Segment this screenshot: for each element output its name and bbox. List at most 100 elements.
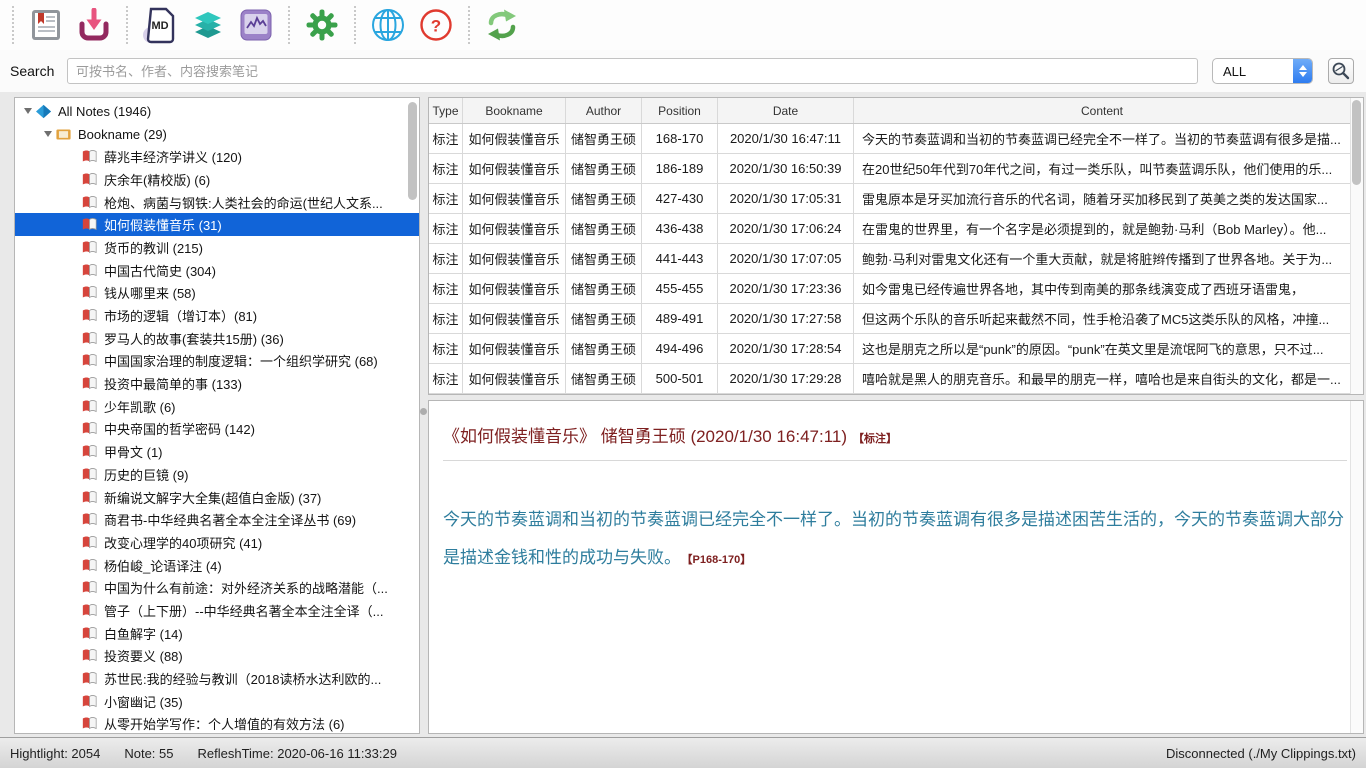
notes-manager-button[interactable] (22, 2, 70, 48)
disclosure-triangle-icon[interactable] (21, 108, 35, 114)
sidebar-item[interactable]: 枪炮、病菌与钢铁:人类社会的命运(世纪人文系... (15, 191, 420, 214)
book-icon (81, 285, 98, 300)
magnifier-icon (1331, 61, 1351, 81)
table-scrollbar[interactable] (1352, 100, 1361, 185)
cell-date: 2020/1/30 17:27:58 (718, 304, 854, 333)
help-button[interactable]: ? (412, 2, 460, 48)
table-row[interactable]: 标注如何假装懂音乐储智勇王硕427-4302020/1/30 17:05:31雷… (429, 184, 1350, 214)
cell-type: 标注 (429, 244, 463, 273)
sidebar-item[interactable]: 货币的教训 (215) (15, 236, 420, 259)
sidebar-item[interactable]: 市场的逻辑（增订本）(81) (15, 304, 420, 327)
cell-bookname: 如何假装懂音乐 (463, 364, 566, 393)
sidebar-item[interactable]: 新编说文解字大全集(超值白金版) (37) (15, 486, 420, 509)
cell-date: 2020/1/30 17:23:36 (718, 274, 854, 303)
connection-status: Disconnected (./My Clippings.txt) (1166, 746, 1356, 761)
book-icon (81, 149, 98, 164)
sidebar-item[interactable]: 中国古代简史 (304) (15, 259, 420, 282)
table-row[interactable]: 标注如何假装懂音乐储智勇王硕436-4382020/1/30 17:06:24在… (429, 214, 1350, 244)
sidebar-item-label: 少年凯歌 (6) (104, 397, 176, 416)
status-left: Hightlight: 2054 Note: 55 RefleshTime: 2… (10, 746, 397, 761)
table-row[interactable]: 标注如何假装懂音乐储智勇王硕500-5012020/1/30 17:29:28嘻… (429, 364, 1350, 394)
sidebar-panel: All Notes (1946) Bookname (29) 薛兆丰经济学讲义 … (14, 97, 420, 734)
cell-content: 如今雷鬼已经传遍世界各地，其中传到南美的那条线演变成了西班牙语雷鬼， (854, 274, 1350, 303)
cell-content: 在雷鬼的世界里，有一个名字是必须提到的，就是鲍勃·马利（Bob Marley）。… (854, 214, 1350, 243)
disclosure-triangle-icon[interactable] (41, 131, 55, 137)
cell-position: 168-170 (642, 124, 718, 153)
sidebar-item[interactable]: 中国国家治理的制度逻辑：一个组织学研究 (68) (15, 350, 420, 373)
book-icon (55, 127, 72, 142)
sidebar-item[interactable]: Bookname (29) (15, 123, 420, 146)
search-button[interactable] (1328, 58, 1354, 84)
cell-content: 但这两个乐队的音乐听起来截然不同，性手枪沿袭了MC5这类乐队的风格，冲撞... (854, 304, 1350, 333)
markdown-export-button[interactable]: MD (136, 2, 184, 48)
cell-type: 标注 (429, 274, 463, 303)
note-type-tag: 【标注】 (853, 433, 897, 445)
sidebar-item[interactable]: 从零开始学写作：个人增值的有效方法 (6) (15, 713, 420, 734)
sidebar-item-label: 如何假装懂音乐 (31) (104, 215, 222, 234)
sidebar-item[interactable]: 商君书-中华经典名著全本全注全译丛书 (69) (15, 508, 420, 531)
sidebar-item[interactable]: 罗马人的故事(套装共15册) (36) (15, 327, 420, 350)
sidebar-scrollbar[interactable] (408, 102, 417, 200)
sidebar-item-label: Bookname (29) (78, 127, 167, 142)
web-button[interactable] (364, 2, 412, 48)
book-icon (81, 444, 98, 459)
detail-divider (443, 460, 1347, 461)
sidebar-item[interactable]: 杨伯峻_论语译注 (4) (15, 554, 420, 577)
sidebar-item[interactable]: 如何假装懂音乐 (31) (15, 213, 420, 236)
sidebar-item[interactable]: 白鱼解字 (14) (15, 622, 420, 645)
table-row[interactable]: 标注如何假装懂音乐储智勇王硕441-4432020/1/30 17:07:05鲍… (429, 244, 1350, 274)
sidebar-item[interactable]: 历史的巨镜 (9) (15, 463, 420, 486)
sidebar-item[interactable]: 薛兆丰经济学讲义 (120) (15, 145, 420, 168)
sidebar-item[interactable]: 改变心理学的40项研究 (41) (15, 531, 420, 554)
settings-button[interactable] (298, 2, 346, 48)
table-scrollbar-track (1350, 98, 1363, 394)
sidebar-item[interactable]: 投资要义 (88) (15, 645, 420, 668)
search-input[interactable] (67, 58, 1198, 84)
status-bar: Hightlight: 2054 Note: 55 RefleshTime: 2… (0, 737, 1366, 768)
table-row[interactable]: 标注如何假装懂音乐储智勇王硕489-4912020/1/30 17:27:58但… (429, 304, 1350, 334)
cell-position: 436-438 (642, 214, 718, 243)
sync-button[interactable] (478, 2, 526, 48)
table-row[interactable]: 标注如何假装懂音乐储智勇王硕494-4962020/1/30 17:28:54这… (429, 334, 1350, 364)
sidebar-item[interactable]: 钱从哪里来 (58) (15, 282, 420, 305)
pane-splitter-handle[interactable] (420, 408, 427, 415)
table-row[interactable]: 标注如何假装懂音乐储智勇王硕455-4552020/1/30 17:23:36如… (429, 274, 1350, 304)
sidebar-item[interactable]: 甲骨文 (1) (15, 440, 420, 463)
sidebar-item[interactable]: 中央帝国的哲学密码 (142) (15, 418, 420, 441)
import-button[interactable] (70, 2, 118, 48)
sidebar-item[interactable]: 管子（上下册）--中华经典名著全本全注全译（... (15, 599, 420, 622)
sidebar-item[interactable]: 少年凯歌 (6) (15, 395, 420, 418)
book-icon (81, 353, 98, 368)
column-header[interactable]: Author (566, 98, 642, 123)
book-icon (81, 240, 98, 255)
cell-content: 雷鬼原本是牙买加流行音乐的代名词，随着牙买加移民到了英美之类的发达国家... (854, 184, 1350, 213)
sidebar-item-label: 钱从哪里来 (58) (104, 283, 196, 302)
sidebar-item[interactable]: All Notes (1946) (15, 100, 420, 123)
sync-icon (484, 8, 520, 42)
column-header[interactable]: Bookname (463, 98, 566, 123)
column-header[interactable]: Content (854, 98, 1350, 123)
markdown-file-icon: MD (142, 6, 178, 44)
sidebar-item[interactable]: 中国为什么有前途：对外经济关系的战略潜能（... (15, 576, 420, 599)
sidebar-item[interactable]: 苏世民:我的经验与教训（2018读桥水达利欧的... (15, 667, 420, 690)
cell-bookname: 如何假装懂音乐 (463, 244, 566, 273)
sidebar-item-label: 市场的逻辑（增订本）(81) (104, 306, 257, 325)
sidebar-item-label: 中央帝国的哲学密码 (142) (104, 419, 255, 438)
sidebar-item[interactable]: 投资中最简单的事 (133) (15, 372, 420, 395)
sidebar-item-label: 罗马人的故事(套装共15册) (36) (104, 329, 284, 348)
sidebar-item-label: 商君书-中华经典名著全本全注全译丛书 (69) (104, 510, 356, 529)
column-header[interactable]: Type (429, 98, 463, 123)
statistics-button[interactable] (232, 2, 280, 48)
detail-scrollbar-track (1350, 401, 1363, 733)
cell-author: 储智勇王硕 (566, 154, 642, 183)
sidebar-item-label: 中国古代简史 (304) (104, 261, 216, 280)
sidebar-item[interactable]: 小窗幽记 (35) (15, 690, 420, 713)
layers-button[interactable] (184, 2, 232, 48)
filter-dropdown[interactable]: ALL (1212, 58, 1313, 84)
table-row[interactable]: 标注如何假装懂音乐储智勇王硕186-1892020/1/30 16:50:39在… (429, 154, 1350, 184)
column-header[interactable]: Position (642, 98, 718, 123)
table-row[interactable]: 标注如何假装懂音乐储智勇王硕168-1702020/1/30 16:47:11今… (429, 124, 1350, 154)
column-header[interactable]: Date (718, 98, 854, 123)
sidebar-item[interactable]: 庆余年(精校版) (6) (15, 168, 420, 191)
cell-type: 标注 (429, 364, 463, 393)
